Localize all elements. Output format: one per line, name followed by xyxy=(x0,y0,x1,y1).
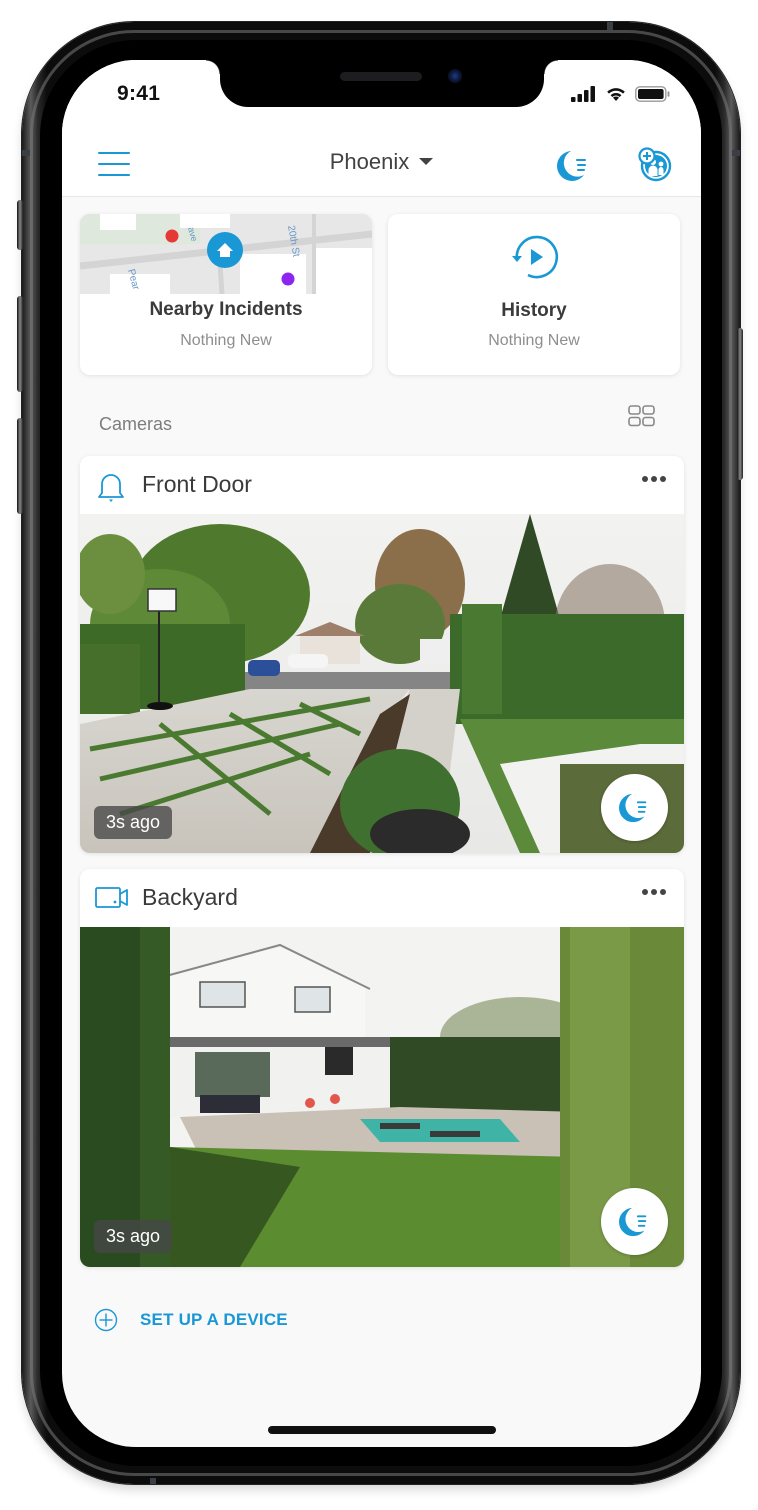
home-indicator[interactable] xyxy=(268,1426,496,1434)
set-up-device-label: SET UP A DEVICE xyxy=(140,1310,288,1329)
camera-card-header[interactable]: Front Door xyxy=(80,456,684,515)
nearby-incidents-tile[interactable]: ave 20th St Pear Nearby Incidents Nothin… xyxy=(80,214,372,375)
last-update-badge: 3s ago xyxy=(94,806,173,839)
status-time: 9:41 xyxy=(117,82,161,105)
device-notch xyxy=(206,60,558,107)
shared-users-add-icon[interactable] xyxy=(637,146,673,187)
moon-mode-icon[interactable] xyxy=(601,1188,668,1255)
location-name[interactable]: Phoenix xyxy=(330,149,410,174)
moon-mode-icon[interactable] xyxy=(556,149,592,188)
app-screen: 9:41 Phoenix ave 20th St Pear Nearby Inc… xyxy=(62,60,701,1447)
plus-circle-icon xyxy=(94,1308,118,1332)
history-title: History xyxy=(501,300,567,321)
volume-down-button xyxy=(17,418,23,514)
camera-feed-front-door[interactable]: 3s ago xyxy=(80,514,684,853)
battery-icon xyxy=(635,86,670,102)
nearby-incidents-title: Nearby Incidents xyxy=(149,299,303,320)
antenna-line xyxy=(22,150,30,156)
nearby-incidents-status: Nothing New xyxy=(180,332,272,349)
moon-mode-icon[interactable] xyxy=(601,774,668,841)
antenna-line xyxy=(150,1478,156,1484)
set-up-device-button[interactable]: SET UP A DEVICE xyxy=(94,1308,288,1332)
camera-icon xyxy=(95,886,129,915)
camera-card-backyard: Backyard 3s ago xyxy=(80,869,684,1267)
last-update-badge: 3s ago xyxy=(94,1220,173,1253)
more-options-icon[interactable] xyxy=(642,889,666,895)
camera-name: Backyard xyxy=(142,884,238,910)
antenna-line xyxy=(732,150,740,156)
camera-feed-backyard[interactable]: 3s ago xyxy=(80,927,684,1267)
camera-card-header[interactable]: Backyard xyxy=(80,869,684,928)
status-icons xyxy=(571,86,671,102)
signal-icon xyxy=(571,86,595,102)
doorbell-icon xyxy=(95,472,127,509)
history-status: Nothing New xyxy=(488,332,580,349)
history-tile[interactable]: History Nothing New xyxy=(388,214,680,375)
antenna-line xyxy=(607,22,613,30)
cameras-section-label: Cameras xyxy=(99,414,173,434)
history-play-icon xyxy=(510,232,560,287)
silent-switch xyxy=(17,200,23,250)
more-options-icon[interactable] xyxy=(642,476,666,482)
earpiece-speaker xyxy=(340,72,422,81)
front-camera xyxy=(448,69,462,83)
incidents-map[interactable]: ave 20th St Pear xyxy=(80,214,372,294)
app-header: Phoenix xyxy=(62,136,701,197)
grid-view-icon[interactable] xyxy=(628,405,656,432)
camera-card-front-door: Front Door 3s ago xyxy=(80,456,684,853)
location-selector[interactable]: Phoenix xyxy=(62,149,701,175)
caret-down-icon[interactable] xyxy=(419,157,434,165)
camera-name: Front Door xyxy=(142,471,252,497)
volume-up-button xyxy=(17,296,23,392)
wifi-icon xyxy=(607,88,625,101)
power-button xyxy=(737,328,743,480)
